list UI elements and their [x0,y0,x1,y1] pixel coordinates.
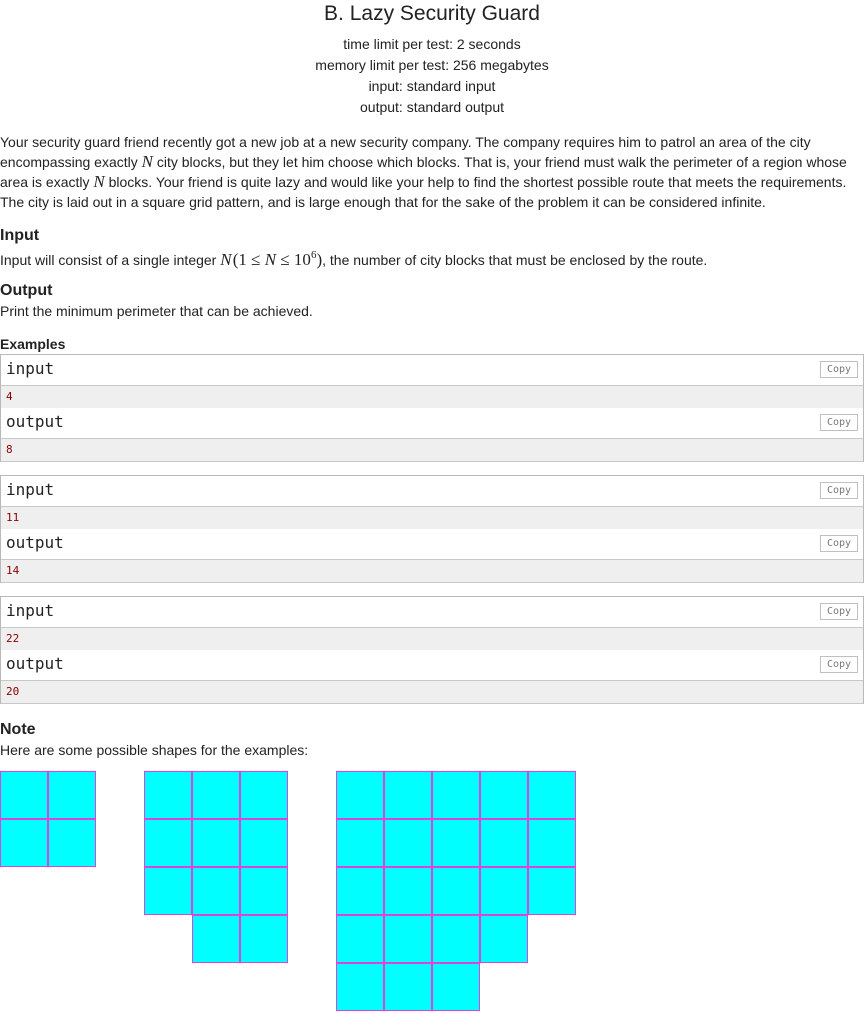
example-output-header: output Copy [1,529,863,560]
examples-heading: Examples [0,336,66,352]
city-block [336,771,384,819]
city-block [432,915,480,963]
var-n: N [220,250,232,269]
example-input-header: input Copy [1,476,863,507]
city-block [480,771,528,819]
city-block [144,771,192,819]
example-input-data: 22 [1,628,863,651]
statement-part-3: blocks. Your friend is quite lazy and wo… [0,174,847,210]
note-text: Here are some possible shapes for the ex… [0,742,309,758]
example-block: input Copy 22 output Copy 20 [0,596,864,704]
example-output-label: output [6,412,64,431]
city-block [0,771,48,819]
time-limit: time limit per test: 2 seconds [343,36,521,52]
city-block [192,819,240,867]
example-input-data: 4 [1,386,863,409]
output-heading: Output [0,282,53,299]
city-block [528,867,576,915]
city-block [336,915,384,963]
input-text: Input will consist of a single integer N… [0,249,708,269]
example-output-data: 8 [1,439,863,462]
example-input-label: input [6,480,55,499]
example-output-header: output Copy [1,408,863,439]
input-heading: Input [0,227,40,244]
city-block [384,819,432,867]
city-block [0,819,48,867]
city-block [528,771,576,819]
problem-title: B. Lazy Security Guard [324,2,540,25]
var-n: N [93,172,105,191]
example-output-label: output [6,654,64,673]
example-input-label: input [6,359,55,378]
example-block: input Copy 11 output Copy 14 [0,475,864,583]
city-block [48,771,96,819]
var-n: N [141,152,153,171]
city-block [432,771,480,819]
city-block [336,963,384,1011]
city-block [480,915,528,963]
note-heading: Note [0,721,36,738]
example-output-data: 14 [1,560,863,583]
city-block [192,915,240,963]
copy-input-button[interactable]: Copy [820,482,858,499]
example-output-value: 20 [6,685,20,698]
example-input-value: 22 [6,632,20,645]
problem-statement: Your security guard friend recently got … [0,132,862,212]
copy-output-button[interactable]: Copy [820,414,858,431]
city-block [384,771,432,819]
city-block [240,915,288,963]
city-block [432,963,480,1011]
city-block [192,867,240,915]
example-input-value: 11 [6,511,20,524]
city-block [528,819,576,867]
city-block [336,819,384,867]
example-input-data: 11 [1,507,863,530]
example-input-header: input Copy [1,597,863,628]
city-block [336,867,384,915]
example-shapes [0,771,864,1012]
copy-output-button[interactable]: Copy [820,656,858,673]
example-input-header: input Copy [1,355,863,386]
example-output-value: 8 [6,443,13,456]
city-block [384,915,432,963]
city-block [384,963,432,1011]
city-block [384,867,432,915]
example-output-value: 14 [6,564,20,577]
output-text: Print the minimum perimeter that can be … [0,303,313,319]
city-block [240,819,288,867]
city-block [48,819,96,867]
city-block [240,867,288,915]
input-file: input: standard input [368,78,496,94]
city-block [432,867,480,915]
city-block [144,819,192,867]
city-block [480,867,528,915]
city-block [192,771,240,819]
example-input-value: 4 [6,390,13,403]
city-block [240,771,288,819]
copy-input-button[interactable]: Copy [820,361,858,378]
city-block [144,867,192,915]
example-output-header: output Copy [1,650,863,681]
example-block: input Copy 4 output Copy 8 [0,354,864,462]
city-block [432,819,480,867]
example-input-label: input [6,601,55,620]
copy-output-button[interactable]: Copy [820,535,858,552]
memory-limit: memory limit per test: 256 megabytes [315,57,549,73]
output-file: output: standard output [360,99,504,115]
copy-input-button[interactable]: Copy [820,603,858,620]
city-block [480,819,528,867]
example-output-data: 20 [1,681,863,704]
example-output-label: output [6,533,64,552]
